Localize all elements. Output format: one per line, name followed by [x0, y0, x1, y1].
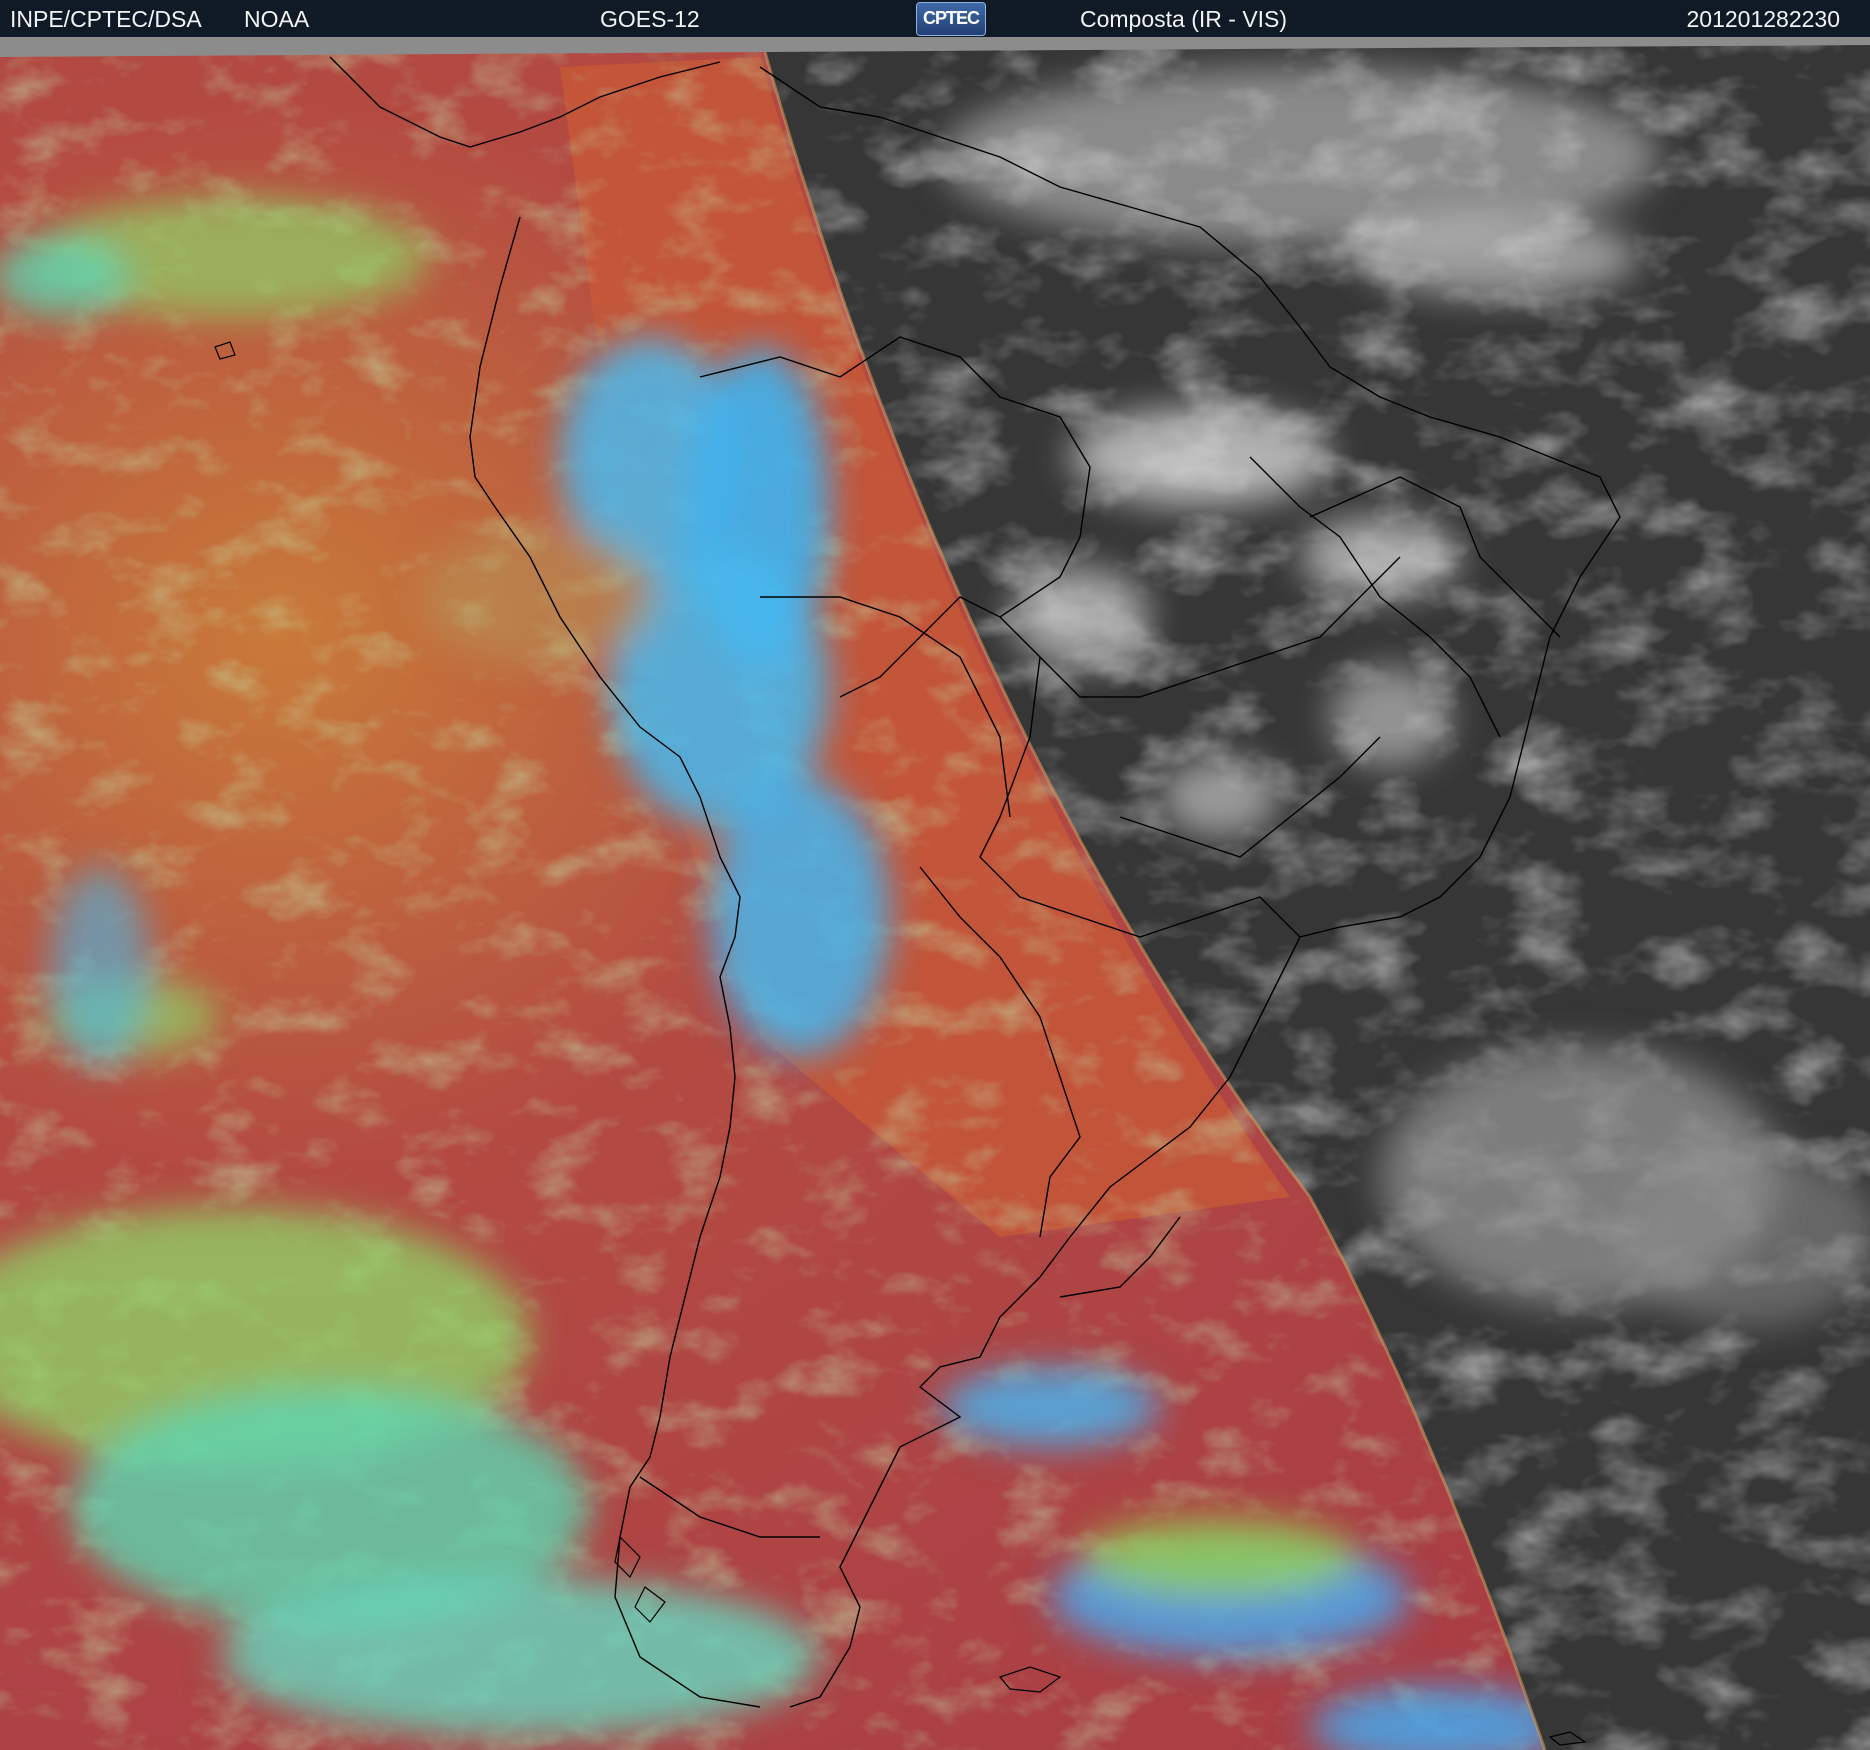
- org-label: INPE/CPTEC/DSA: [10, 6, 202, 32]
- satellite-map: [0, 37, 1870, 1750]
- satellite-label: GOES-12: [600, 6, 700, 32]
- header-bar: INPE/CPTEC/DSA NOAA GOES-12 CPTEC Compos…: [0, 0, 1870, 37]
- agency-label: NOAA: [244, 6, 310, 32]
- cptec-logo: CPTEC: [916, 2, 986, 36]
- timestamp-label: 201201282230: [1686, 6, 1841, 32]
- logo-text: CPTEC: [922, 8, 980, 28]
- product-label: Composta (IR - VIS): [1080, 6, 1288, 32]
